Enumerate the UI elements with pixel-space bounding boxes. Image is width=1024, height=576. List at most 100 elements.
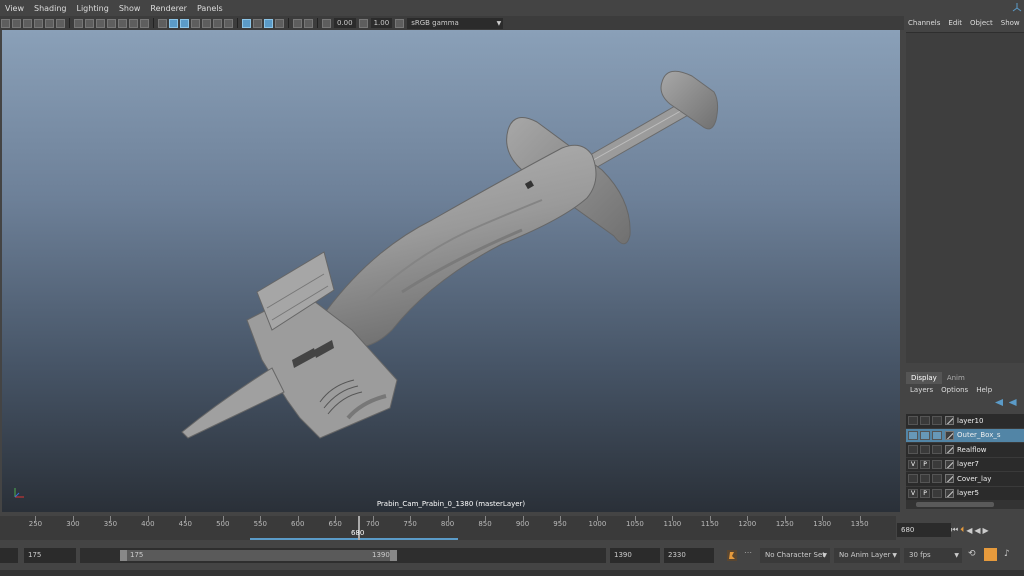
animation-end-field[interactable]: 2330	[664, 548, 714, 563]
layer-visibility-toggle[interactable]	[908, 430, 918, 440]
xray-icon[interactable]	[224, 18, 233, 28]
menu-panels[interactable]: Panels	[192, 4, 228, 13]
safe-action-icon[interactable]	[129, 18, 138, 28]
layer-playback-toggle[interactable]	[920, 430, 930, 440]
go-to-start-icon[interactable]: ⏮	[951, 525, 958, 535]
layer-color-swatch[interactable]	[945, 488, 954, 498]
field-chart-icon[interactable]	[118, 18, 127, 28]
playback-start-field[interactable]: 175	[24, 548, 76, 563]
menu-options[interactable]: Options	[937, 385, 972, 396]
motion-blur-icon[interactable]	[253, 18, 262, 28]
menu-channels[interactable]: Channels	[904, 19, 944, 27]
bookmark-icon[interactable]	[23, 18, 32, 28]
step-back-key-icon[interactable]: ⏴	[960, 525, 964, 535]
layer-display-type-toggle[interactable]	[932, 430, 942, 440]
layer-display-type-toggle[interactable]	[932, 488, 942, 498]
layer-playback-toggle[interactable]: P	[920, 488, 930, 498]
layer-playback-toggle[interactable]	[920, 445, 930, 455]
current-frame-field[interactable]: 680	[897, 523, 951, 537]
exposure-icon[interactable]	[322, 18, 331, 28]
cache-playback-icon[interactable]	[984, 548, 997, 561]
gamma-field[interactable]: 1.00	[370, 18, 393, 28]
gamma-icon[interactable]	[358, 18, 368, 28]
auto-key-icon[interactable]	[726, 549, 738, 562]
layer-row[interactable]: Realflow	[906, 443, 1024, 458]
layer-visibility-toggle[interactable]: V	[908, 488, 918, 498]
2d-pan-zoom-icon[interactable]	[45, 18, 54, 28]
menu-show-channels[interactable]: Show	[997, 19, 1024, 27]
sound-icon[interactable]: ♪	[1004, 549, 1010, 559]
layer-playback-toggle[interactable]: P	[920, 459, 930, 469]
image-plane-icon[interactable]	[34, 18, 43, 28]
layer-visibility-toggle[interactable]	[908, 416, 918, 426]
play-forwards-icon[interactable]: ▶	[983, 526, 989, 535]
layer-row[interactable]: V P layer7	[906, 458, 1024, 472]
isolate-select-icon[interactable]	[293, 18, 302, 28]
channel-box-toggle-icon[interactable]	[1012, 2, 1022, 12]
layer-display-type-toggle[interactable]	[932, 474, 942, 484]
menu-edit[interactable]: Edit	[944, 19, 966, 27]
anim-layer-dropdown[interactable]: No Anim Layer ▼	[834, 548, 900, 563]
safe-title-icon[interactable]	[140, 18, 149, 28]
resolution-gate-icon[interactable]	[96, 18, 105, 28]
layer-color-swatch[interactable]	[945, 445, 954, 455]
scrollbar-thumb[interactable]	[916, 502, 994, 507]
viewport[interactable]: Prabin_Cam_Prabin_0_1380 (masterLayer)	[2, 30, 900, 512]
range-end-handle[interactable]	[390, 550, 397, 561]
layer-display-type-toggle[interactable]	[932, 416, 942, 426]
scene-start-field[interactable]	[0, 548, 18, 563]
gate-mask-icon[interactable]	[107, 18, 116, 28]
grease-pencil-icon[interactable]	[56, 18, 65, 28]
range-slider[interactable]: 175 1390	[80, 548, 606, 563]
playback-end-field[interactable]: 1390	[610, 548, 660, 563]
range-start-handle[interactable]	[120, 550, 127, 561]
screen-space-ao-icon[interactable]	[242, 18, 251, 28]
tab-display[interactable]: Display	[906, 372, 942, 384]
exposure-field[interactable]: 0.00	[334, 18, 356, 28]
channel-box-area[interactable]	[906, 32, 1024, 363]
use-all-lights-icon[interactable]	[202, 18, 211, 28]
time-slider[interactable]: 250 300 350 400 450 500 550 600 650 700 750 800 850 9…	[0, 516, 896, 540]
menu-view[interactable]: View	[0, 4, 29, 13]
depth-of-field-icon[interactable]	[275, 18, 284, 28]
layer-display-type-toggle[interactable]	[932, 445, 942, 455]
menu-show[interactable]: Show	[114, 4, 146, 13]
layer-playback-toggle[interactable]	[920, 474, 930, 484]
layer-row[interactable]: Cover_lay	[906, 472, 1024, 487]
select-camera-icon[interactable]	[1, 18, 10, 28]
xray-joints-icon[interactable]	[304, 18, 313, 28]
anti-aliasing-icon[interactable]	[264, 18, 273, 28]
menu-layers[interactable]: Layers	[906, 385, 937, 396]
wireframe-icon[interactable]	[158, 18, 167, 28]
layer-list-scrollbar[interactable]	[906, 500, 1024, 509]
menu-help[interactable]: Help	[972, 385, 996, 396]
view-transform-dropdown[interactable]: sRGB gamma ▼	[407, 17, 504, 29]
layer-color-swatch[interactable]	[945, 430, 954, 440]
play-backwards-icon[interactable]: ◀	[974, 526, 980, 535]
tab-anim[interactable]: Anim	[942, 372, 970, 384]
menu-renderer[interactable]: Renderer	[145, 4, 192, 13]
layer-row[interactable]: V P layer5	[906, 487, 1024, 501]
move-layer-down-icon[interactable]	[1008, 399, 1017, 406]
character-set-dropdown[interactable]: No Character Set ▼	[760, 548, 830, 563]
loop-icon[interactable]: ⟲	[968, 549, 976, 559]
layer-visibility-toggle[interactable]: V	[908, 459, 918, 469]
film-gate-icon[interactable]	[85, 18, 94, 28]
camera-attributes-icon[interactable]	[12, 18, 21, 28]
color-management-icon[interactable]	[395, 18, 405, 28]
layer-row[interactable]: Outer_Box_s	[906, 428, 1024, 443]
layer-visibility-toggle[interactable]	[908, 474, 918, 484]
layer-visibility-toggle[interactable]	[908, 445, 918, 455]
menu-object[interactable]: Object	[966, 19, 997, 27]
textured-icon[interactable]	[191, 18, 200, 28]
layer-playback-toggle[interactable]	[920, 416, 930, 426]
layer-color-swatch[interactable]	[945, 474, 954, 484]
move-layer-up-icon[interactable]	[995, 399, 1003, 406]
shadows-icon[interactable]	[213, 18, 222, 28]
fps-dropdown[interactable]: 30 fps ▼	[904, 548, 962, 563]
smooth-shade-icon[interactable]	[169, 18, 178, 28]
range-slider-fill[interactable]	[120, 550, 396, 561]
layer-row[interactable]: layer10	[906, 414, 1024, 429]
layer-color-swatch[interactable]	[945, 416, 954, 426]
grid-icon[interactable]	[74, 18, 83, 28]
